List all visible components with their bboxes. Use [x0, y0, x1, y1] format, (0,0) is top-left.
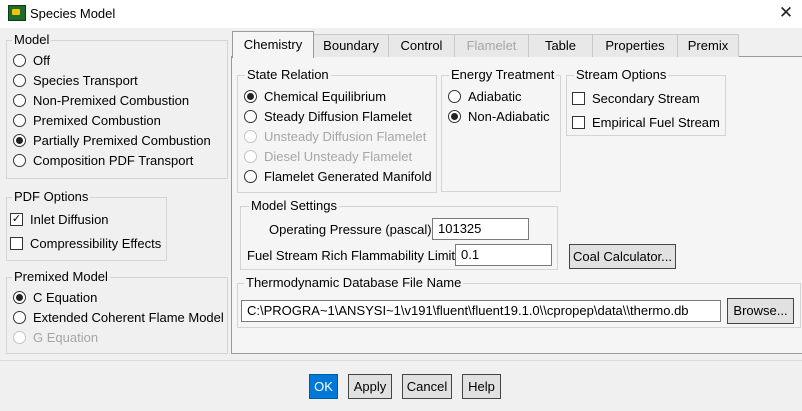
apply-button[interactable]: Apply [348, 374, 392, 399]
option-label: Non-Adiabatic [468, 108, 550, 124]
operating-pressure-input[interactable]: 101325 [432, 218, 529, 240]
radio-icon [448, 89, 461, 103]
option-label: Flamelet Generated Manifold [264, 168, 432, 184]
inlet-diffusion-checkbox[interactable]: ✓ Inlet Diffusion [10, 210, 109, 228]
model-composition-pdf-radio[interactable]: Composition PDF Transport [13, 151, 193, 169]
checkbox-icon [572, 91, 585, 105]
radio-icon [13, 330, 26, 344]
tab-table[interactable]: Table [528, 34, 593, 57]
radio-icon [13, 310, 26, 324]
option-label: Composition PDF Transport [33, 152, 194, 168]
divider [0, 360, 802, 361]
state-relation-label: State Relation [245, 67, 331, 82]
pdf-options-label: PDF Options [12, 189, 91, 204]
model-group-label: Model [12, 32, 52, 47]
radio-icon [244, 129, 257, 143]
non-adiabatic-radio[interactable]: Non-Adiabatic [448, 107, 550, 125]
cancel-button[interactable]: Cancel [402, 374, 452, 399]
window-title: Species Model [30, 6, 116, 21]
option-label: Empirical Fuel Stream [592, 114, 720, 130]
option-label: Species Transport [33, 72, 138, 88]
browse-button[interactable]: Browse... [727, 298, 794, 324]
option-label: Extended Coherent Flame Model [33, 309, 224, 325]
unsteady-diffusion-flamelet-radio: Unsteady Diffusion Flamelet [244, 127, 426, 145]
secondary-stream-checkbox[interactable]: Secondary Stream [572, 89, 700, 107]
tab-premix[interactable]: Premix [677, 34, 739, 57]
g-equation-radio: G Equation [13, 328, 98, 346]
checkbox-icon [10, 236, 23, 250]
option-label: G Equation [33, 329, 99, 345]
option-label: Adiabatic [468, 88, 522, 104]
model-species-transport-radio[interactable]: Species Transport [13, 71, 138, 89]
operating-pressure-label: Operating Pressure (pascal) [269, 222, 432, 237]
radio-icon [244, 109, 257, 123]
checkbox-icon [572, 115, 585, 129]
tab-control[interactable]: Control [388, 34, 455, 57]
radio-icon [13, 113, 26, 127]
model-non-premixed-radio[interactable]: Non-Premixed Combustion [13, 91, 189, 109]
coal-calculator-button[interactable]: Coal Calculator... [569, 244, 676, 269]
c-equation-radio[interactable]: C Equation [13, 288, 97, 306]
checkmark-icon: ✓ [10, 212, 23, 226]
empirical-fuel-stream-checkbox[interactable]: Empirical Fuel Stream [572, 113, 720, 131]
rich-flammability-label: Fuel Stream Rich Flammability Limit [247, 248, 456, 263]
premixed-model-label: Premixed Model [12, 269, 110, 284]
model-settings-label: Model Settings [249, 198, 339, 213]
model-off-radio[interactable]: Off [13, 51, 50, 69]
radio-icon [244, 169, 257, 183]
option-label: Inlet Diffusion [30, 211, 109, 227]
radio-selected-icon [244, 89, 257, 103]
chemical-equilibrium-radio[interactable]: Chemical Equilibrium [244, 87, 386, 105]
app-icon [8, 5, 26, 21]
compressibility-checkbox[interactable]: Compressibility Effects [10, 234, 161, 252]
ok-button[interactable]: OK [309, 374, 338, 399]
option-label: Partially Premixed Combustion [33, 132, 211, 148]
option-label: Unsteady Diffusion Flamelet [264, 128, 427, 144]
option-label: Secondary Stream [592, 90, 700, 106]
steady-diffusion-flamelet-radio[interactable]: Steady Diffusion Flamelet [244, 107, 412, 125]
tab-chemistry[interactable]: Chemistry [232, 31, 314, 58]
radio-selected-icon [13, 133, 26, 147]
model-partially-premixed-radio[interactable]: Partially Premixed Combustion [13, 131, 211, 149]
stream-options-label: Stream Options [574, 67, 669, 82]
option-label: Diesel Unsteady Flamelet [264, 148, 413, 164]
radio-icon [13, 93, 26, 107]
ecfm-radio[interactable]: Extended Coherent Flame Model [13, 308, 224, 326]
option-label: Chemical Equilibrium [264, 88, 387, 104]
radio-selected-icon [448, 109, 461, 123]
tab-boundary[interactable]: Boundary [313, 34, 389, 57]
close-icon[interactable]: ✕ [770, 0, 802, 28]
radio-selected-icon [13, 290, 26, 304]
radio-icon [244, 149, 257, 163]
diesel-unsteady-flamelet-radio: Diesel Unsteady Flamelet [244, 147, 412, 165]
option-label: Premixed Combustion [33, 112, 161, 128]
option-label: Compressibility Effects [30, 235, 162, 251]
thermo-db-path-input[interactable]: C:\PROGRA~1\ANSYSI~1\v191\fluent\fluent1… [241, 300, 721, 322]
model-premixed-radio[interactable]: Premixed Combustion [13, 111, 161, 129]
tab-flamelet: Flamelet [454, 34, 529, 57]
radio-icon [13, 53, 26, 67]
option-label: C Equation [33, 289, 98, 305]
radio-icon [13, 73, 26, 87]
thermo-db-label: Thermodynamic Database File Name [244, 275, 464, 290]
rich-flammability-input[interactable]: 0.1 [455, 244, 552, 266]
adiabatic-radio[interactable]: Adiabatic [448, 87, 521, 105]
option-label: Off [33, 52, 51, 68]
help-button[interactable]: Help [462, 374, 501, 399]
tab-properties[interactable]: Properties [592, 34, 678, 57]
option-label: Non-Premixed Combustion [33, 92, 190, 108]
flamelet-generated-manifold-radio[interactable]: Flamelet Generated Manifold [244, 167, 432, 185]
option-label: Steady Diffusion Flamelet [264, 108, 412, 124]
title-bar [0, 0, 802, 28]
radio-icon [13, 153, 26, 167]
energy-treatment-label: Energy Treatment [449, 67, 557, 82]
